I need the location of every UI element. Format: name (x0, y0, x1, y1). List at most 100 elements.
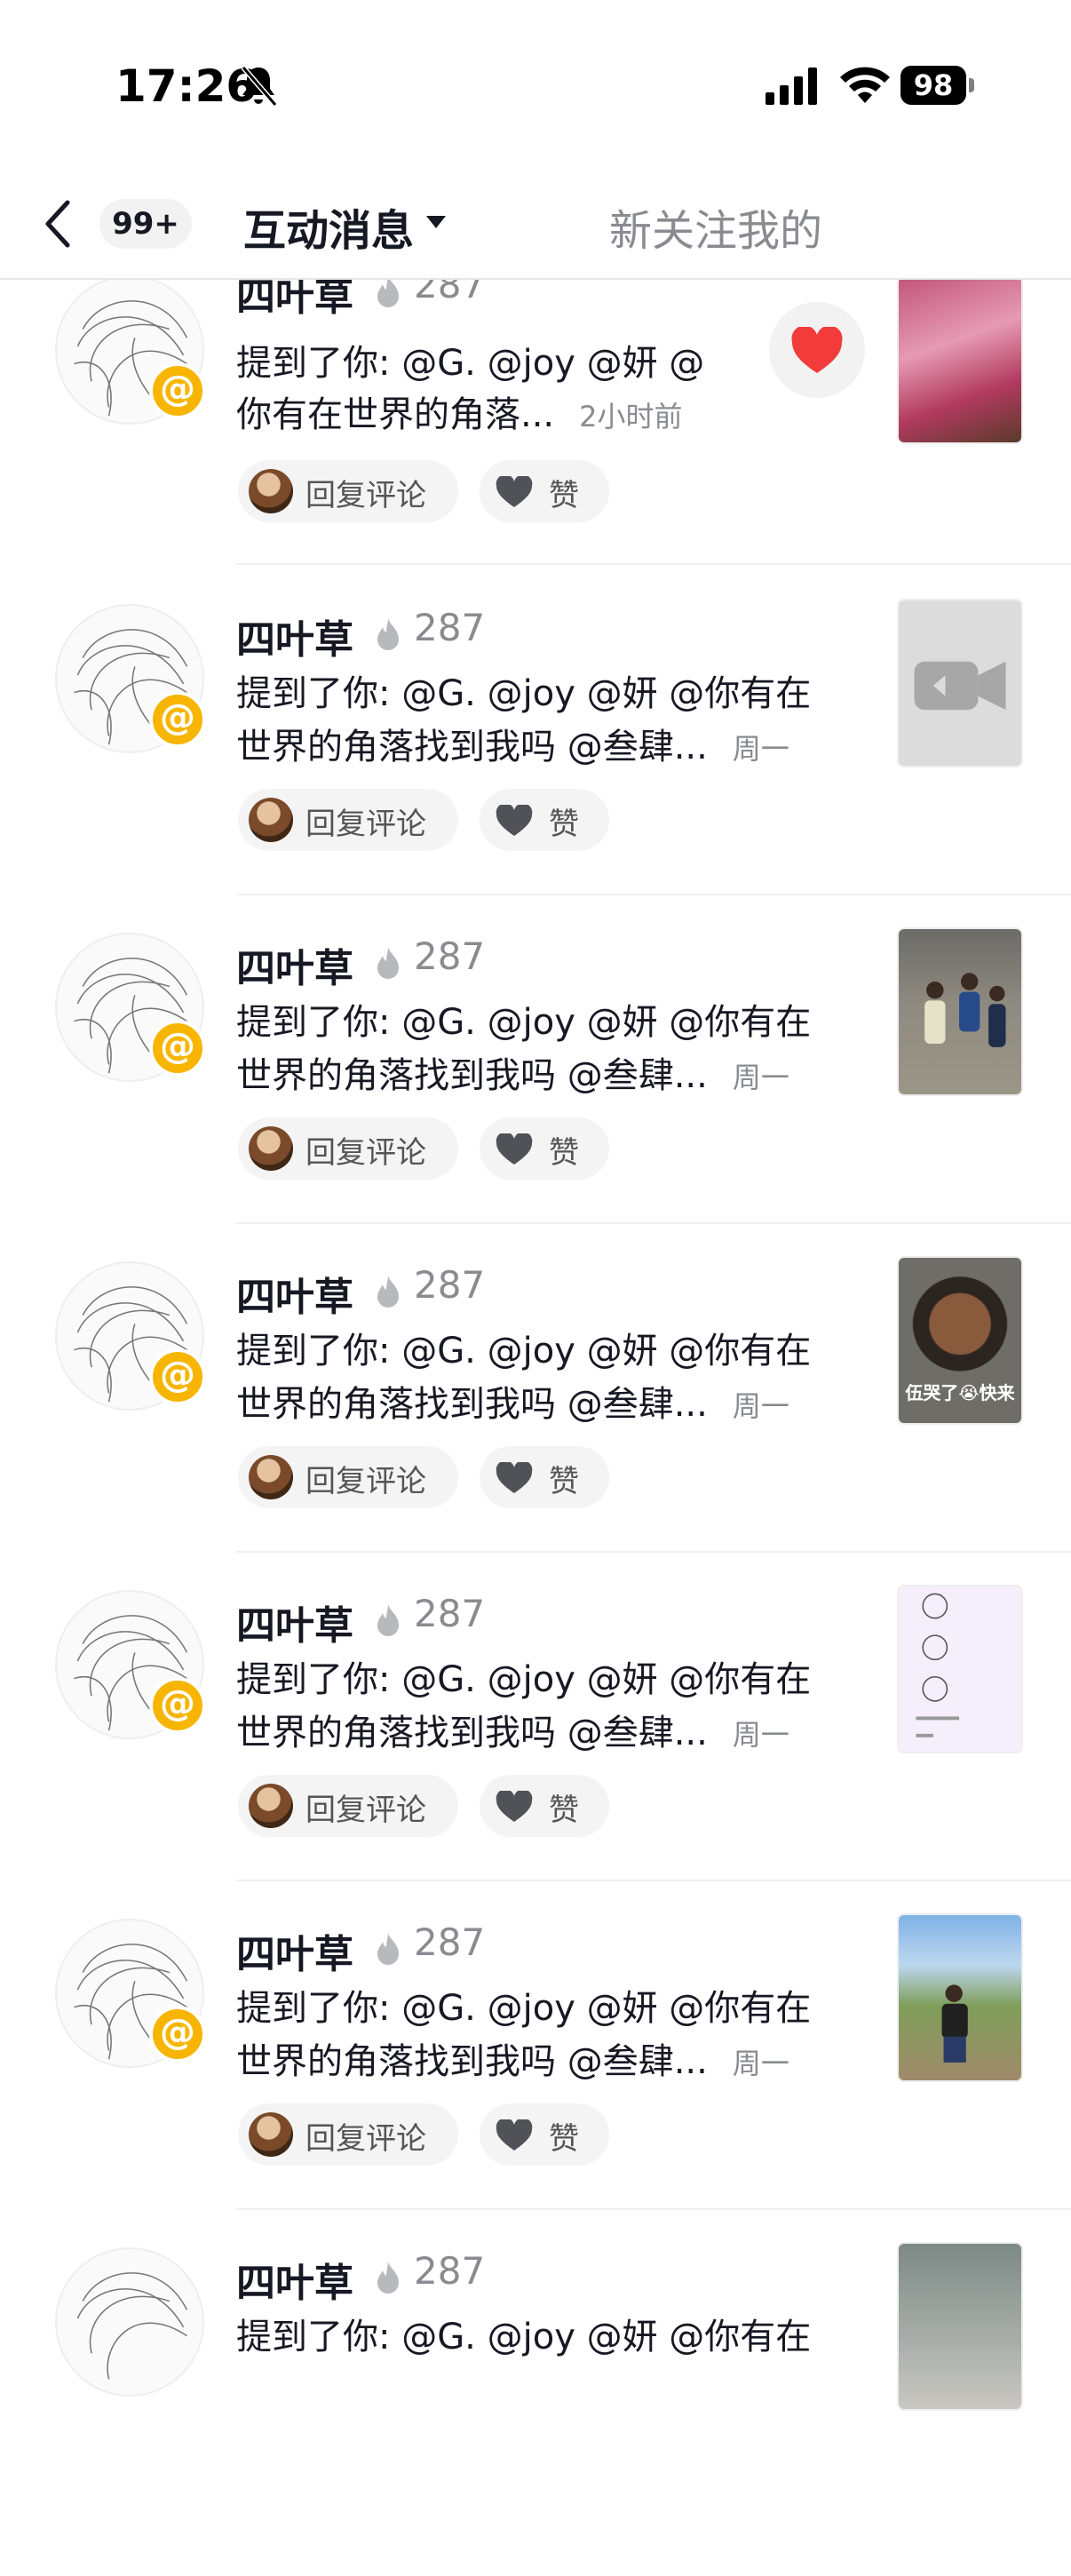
reply-comment-button[interactable]: 回复评论 (238, 1117, 458, 1180)
user-name[interactable]: 四叶草 (236, 1594, 353, 1650)
reply-label: 回复评论 (305, 807, 426, 842)
user-name[interactable]: 四叶草 (236, 608, 353, 664)
nav-bar: 99+ 互动消息 新关注我的 (0, 169, 1071, 280)
liked-heart-button[interactable] (769, 302, 865, 398)
user-name[interactable]: 四叶草 (236, 2251, 353, 2308)
my-avatar (249, 798, 293, 842)
timestamp: 2小时前 (579, 400, 683, 433)
like-label: 赞 (549, 1793, 579, 1828)
like-label: 赞 (549, 1135, 579, 1171)
fire-icon (377, 2262, 399, 2294)
message-line-2: 你有在世界的角落... 2小时前 (236, 394, 683, 435)
tab-new-followers[interactable]: 新关注我的 (609, 195, 822, 258)
message-line-2: 世界的角落找到我吗 @叁肆... 周一 (236, 1384, 789, 1425)
list-item[interactable]: @ 四叶草 287 提到了你: @G. @joy @妍 @ 你有在世界的角落..… (0, 263, 1071, 604)
heart-icon (496, 805, 533, 836)
like-label: 赞 (549, 478, 579, 513)
like-button[interactable]: 赞 (480, 1775, 609, 1837)
like-button[interactable]: 赞 (480, 460, 609, 522)
like-button[interactable]: 赞 (480, 1446, 609, 1508)
timestamp: 周一 (732, 1718, 789, 1752)
like-button[interactable]: 赞 (480, 2103, 609, 2166)
caret-down-icon[interactable] (424, 213, 448, 231)
timestamp: 周一 (732, 732, 789, 766)
message-line-1: 提到了你: @G. @joy @妍 @你有在 (236, 1002, 812, 1043)
fire-score: 287 (414, 2249, 486, 2293)
heart-icon (496, 1462, 533, 1493)
reply-label: 回复评论 (305, 2121, 426, 2157)
video-thumbnail[interactable] (897, 275, 1023, 444)
like-button[interactable]: 赞 (480, 789, 609, 851)
my-avatar (249, 1784, 293, 1828)
message-line-2: 世界的角落找到我吗 @叁肆... 周一 (236, 1713, 789, 1753)
list-item[interactable]: @ 四叶草 287 提到了你: @G. @joy @妍 @你有在 世界的角落找到… (0, 1256, 1071, 1590)
video-thumbnail[interactable] (897, 1913, 1023, 2082)
fire-score: 287 (414, 606, 486, 649)
my-avatar (249, 1455, 293, 1499)
message-line-1: 提到了你: @G. @joy @妍 @你有在 (236, 1659, 812, 1700)
fire-score: 287 (414, 1920, 486, 1964)
reply-label: 回复评论 (305, 1135, 426, 1171)
message-line-2: 世界的角落找到我吗 @叁肆... 周一 (236, 727, 789, 767)
divider (236, 1551, 1071, 1553)
user-name[interactable]: 四叶草 (236, 936, 353, 993)
reply-label: 回复评论 (305, 478, 426, 513)
list-item[interactable]: 四叶草 287 提到了你: @G. @joy @妍 @你有在 (0, 2242, 1071, 2576)
message-line-1: 提到了你: @G. @joy @妍 @你有在 (236, 673, 812, 714)
video-thumbnail[interactable]: 伍哭了😭快来 (897, 1256, 1023, 1425)
reply-label: 回复评论 (305, 1793, 426, 1828)
my-avatar (249, 2112, 293, 2157)
video-thumbnail[interactable] (897, 1585, 1023, 1753)
avatar[interactable] (55, 2247, 204, 2397)
thumbnail-sketch (916, 1593, 960, 1737)
list-item[interactable]: @ 四叶草 287 提到了你: @G. @joy @妍 @你有在 世界的角落找到… (0, 599, 1071, 933)
divider (236, 1222, 1071, 1224)
my-avatar (249, 469, 293, 513)
tab-interactions[interactable]: 互动消息 (243, 195, 414, 258)
user-name[interactable]: 四叶草 (236, 1265, 353, 1322)
at-icon: @ (149, 1348, 206, 1405)
video-thumbnail[interactable] (897, 599, 1023, 767)
divider (236, 563, 1071, 565)
back-chevron-icon[interactable] (37, 197, 82, 250)
unread-count-badge[interactable]: 99+ (99, 199, 192, 249)
fire-icon (377, 618, 399, 650)
reply-comment-button[interactable]: 回复评论 (238, 789, 458, 851)
message-list: @ 四叶草 287 提到了你: @G. @joy @妍 @ 你有在世界的角落..… (0, 0, 1071, 2411)
message-line-1: 提到了你: @G. @joy @妍 @你有在 (236, 1331, 812, 1371)
like-label: 赞 (549, 1464, 579, 1499)
thumbnail-caption: 伍哭了😭快来 (905, 1382, 1015, 1403)
thumbnail-figures (924, 973, 1006, 1047)
heart-icon (496, 2119, 533, 2151)
fire-icon (377, 1276, 399, 1308)
message-line-2: 世界的角落找到我吗 @叁肆... 周一 (236, 1055, 789, 1096)
fire-icon (377, 947, 399, 979)
at-icon: @ (149, 2006, 206, 2063)
reply-comment-button[interactable]: 回复评论 (238, 1446, 458, 1508)
reply-label: 回复评论 (305, 1464, 426, 1499)
heart-icon (791, 327, 843, 373)
video-placeholder-icon (914, 661, 1006, 711)
like-button[interactable]: 赞 (480, 1117, 609, 1180)
video-thumbnail[interactable] (897, 927, 1023, 1096)
fire-score: 287 (414, 1592, 486, 1635)
reply-comment-button[interactable]: 回复评论 (238, 2103, 458, 2166)
list-item[interactable]: @ 四叶草 287 提到了你: @G. @joy @妍 @你有在 世界的角落找到… (0, 927, 1071, 1261)
fire-score: 287 (414, 934, 486, 978)
user-name[interactable]: 四叶草 (236, 1922, 353, 1979)
list-item[interactable]: @ 四叶草 287 提到了你: @G. @joy @妍 @你有在 世界的角落找到… (0, 1913, 1071, 2247)
fire-icon (377, 1604, 399, 1636)
at-icon: @ (149, 362, 206, 419)
like-label: 赞 (549, 2121, 579, 2157)
at-icon: @ (149, 1020, 206, 1077)
list-item[interactable]: @ 四叶草 287 提到了你: @G. @joy @妍 @你有在 世界的角落找到… (0, 1585, 1071, 1919)
reply-comment-button[interactable]: 回复评论 (238, 460, 458, 522)
message-line-2: 世界的角落找到我吗 @叁肆... 周一 (236, 2041, 789, 2082)
at-icon: @ (149, 1677, 206, 1734)
timestamp: 周一 (732, 1389, 789, 1423)
timestamp: 周一 (732, 2047, 789, 2080)
timestamp: 周一 (732, 1061, 789, 1094)
video-thumbnail[interactable] (897, 2242, 1023, 2411)
heart-icon (496, 1791, 533, 1822)
reply-comment-button[interactable]: 回复评论 (238, 1775, 458, 1837)
